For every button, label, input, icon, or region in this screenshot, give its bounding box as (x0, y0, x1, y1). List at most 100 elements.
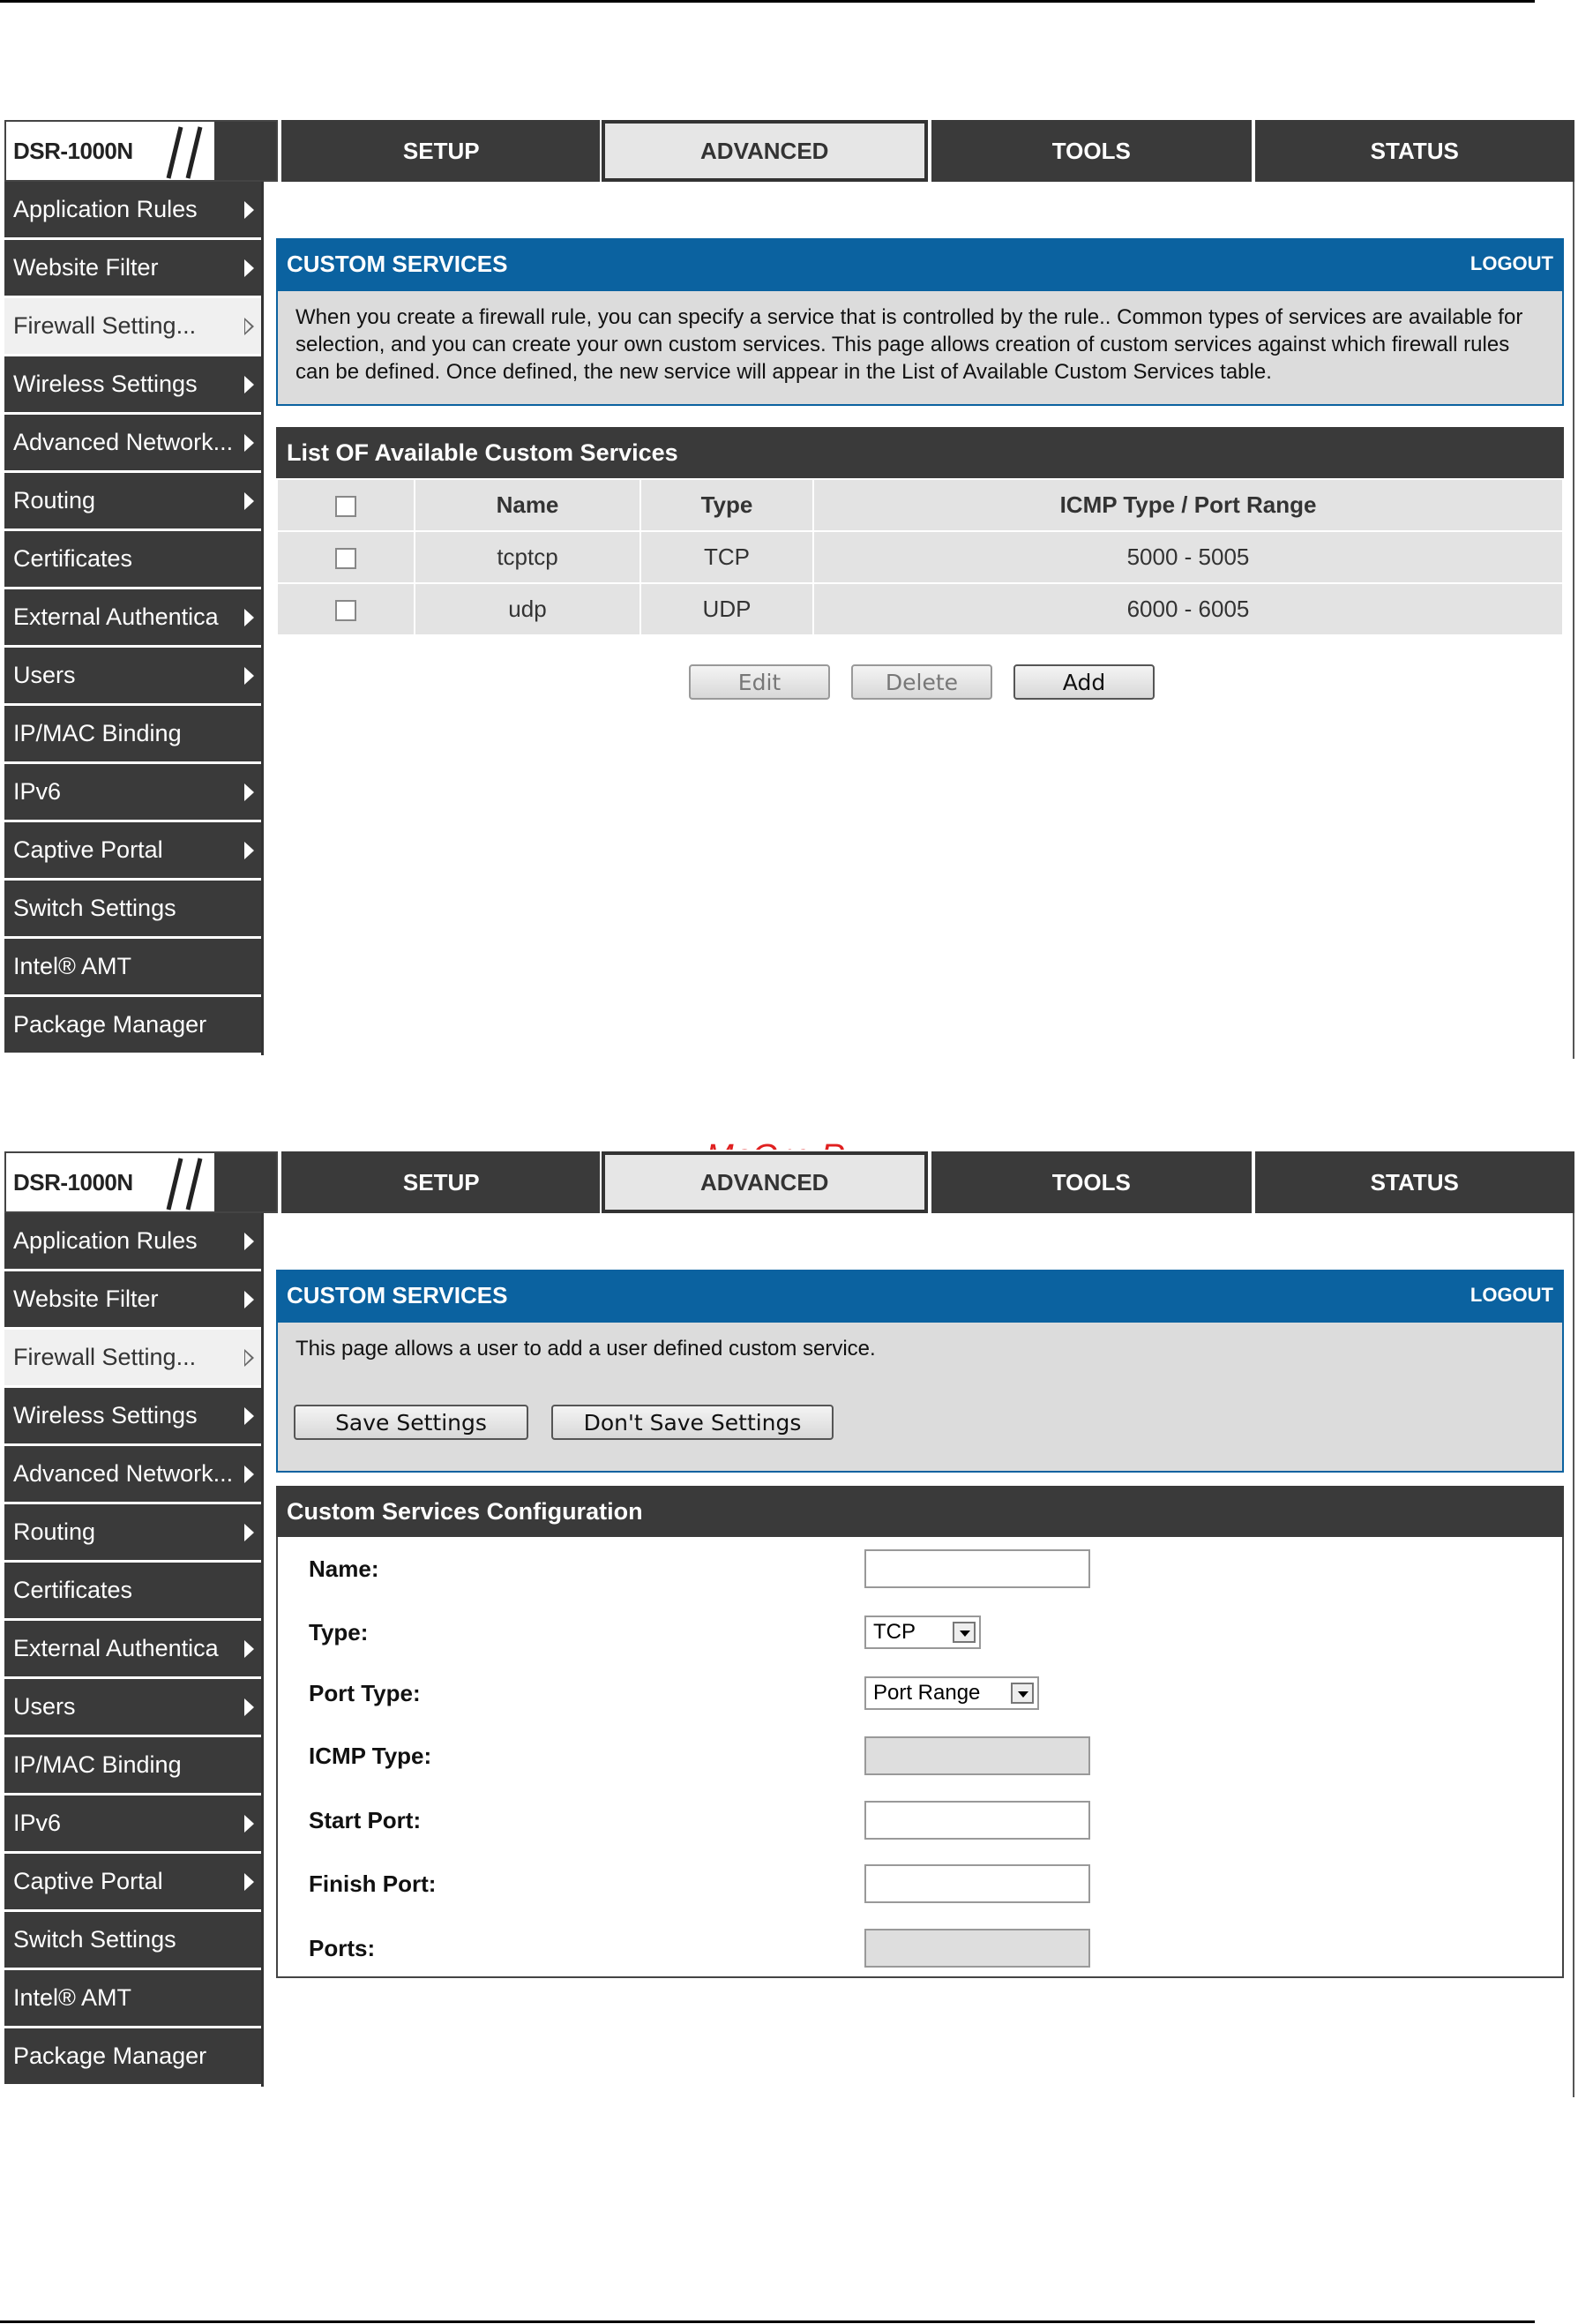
sidebar-item-ip-mac-binding[interactable]: IP/MAC Binding (4, 706, 261, 761)
panel-header: CUSTOM SERVICES LOGOUT (276, 1270, 1564, 1321)
sidebar-item-advanced-network[interactable]: Advanced Network... (4, 1446, 261, 1502)
logout-link[interactable]: LOGOUT (1470, 1284, 1553, 1307)
sidebar-item-external-authentication[interactable]: External Authentica (4, 1621, 261, 1676)
row-finish-port: Finish Port: (309, 1864, 1562, 1903)
sidebar: Application Rules Website Filter Firewal… (4, 182, 264, 1055)
sidebar-item-label: Application Rules (13, 196, 198, 222)
row-checkbox-cell (276, 582, 415, 636)
sidebar-item-label: Wireless Settings (13, 1402, 198, 1428)
port-type-label: Port Type: (309, 1679, 421, 1706)
sidebar-item-users[interactable]: Users (4, 1679, 261, 1735)
sidebar-item-package-manager[interactable]: Package Manager (4, 2028, 261, 2084)
sidebar-item-routing[interactable]: Routing (4, 1504, 261, 1560)
chevron-right-icon (244, 433, 254, 452)
page-title: CUSTOM SERVICES (287, 250, 508, 277)
config-header: Custom Services Configuration (276, 1486, 1564, 1537)
sidebar-item-website-filter[interactable]: Website Filter (4, 1271, 261, 1327)
sidebar-item-intel-amt[interactable]: Intel® AMT (4, 1970, 261, 2026)
sidebar-item-advanced-network[interactable]: Advanced Network... (4, 415, 261, 470)
sidebar-item-label: Intel® AMT (13, 1984, 131, 2011)
chevron-right-icon (244, 1814, 254, 1833)
sidebar-item-certificates[interactable]: Certificates (4, 531, 261, 587)
tab-setup[interactable]: SETUP (278, 120, 602, 182)
name-field[interactable] (864, 1549, 1090, 1588)
sidebar-item-ipv6[interactable]: IPv6 (4, 1795, 261, 1851)
row-name: Name: (309, 1549, 1562, 1588)
sidebar-item-intel-amt[interactable]: Intel® AMT (4, 939, 261, 994)
row-checkbox[interactable] (335, 600, 356, 622)
tab-status[interactable]: STATUS (1251, 120, 1574, 182)
sidebar-item-certificates[interactable]: Certificates (4, 1563, 261, 1618)
delete-button[interactable]: Delete (851, 664, 992, 700)
chevron-right-icon (244, 1348, 254, 1367)
start-port-field[interactable] (864, 1801, 1090, 1840)
sidebar-item-label: Firewall Setting... (13, 1344, 197, 1370)
chevron-right-icon (244, 259, 254, 277)
sidebar-item-label: Certificates (13, 545, 133, 572)
sidebar-item-ipv6[interactable]: IPv6 (4, 764, 261, 820)
sidebar-item-switch-settings[interactable]: Switch Settings (4, 881, 261, 936)
tab-advanced[interactable]: ADVANCED (599, 118, 930, 184)
chevron-right-icon (244, 1406, 254, 1425)
dont-save-settings-button[interactable]: Don't Save Settings (551, 1405, 834, 1440)
sidebar-item-label: IP/MAC Binding (13, 1751, 182, 1778)
ports-label: Ports: (309, 1934, 376, 1961)
type-select[interactable]: TCP (864, 1616, 981, 1649)
table-row[interactable]: tcptcp TCP 5000 - 5005 (276, 530, 1564, 584)
description-box: This page allows a user to add a user de… (276, 1321, 1564, 1473)
sidebar-item-users[interactable]: Users (4, 648, 261, 703)
top-nav: DSR-1000N SETUP ADVANCED TOOLS STATUS (4, 1150, 1574, 1215)
chevron-right-icon (244, 666, 254, 685)
select-all-checkbox[interactable] (335, 496, 356, 518)
sidebar-item-wireless-settings[interactable]: Wireless Settings (4, 356, 261, 412)
row-ports: Ports: (309, 1929, 1562, 1968)
tab-advanced[interactable]: ADVANCED (599, 1150, 930, 1215)
column-header-type: Type (639, 478, 814, 532)
cell-range: 6000 - 6005 (812, 582, 1564, 636)
row-checkbox[interactable] (335, 548, 356, 570)
port-type-select[interactable]: Port Range (864, 1676, 1039, 1710)
sidebar-item-firewall-settings[interactable]: Firewall Setting... (4, 298, 261, 354)
sidebar-item-application-rules[interactable]: Application Rules (4, 182, 261, 237)
sidebar-item-label: Package Manager (13, 2043, 207, 2069)
sidebar-item-package-manager[interactable]: Package Manager (4, 997, 261, 1053)
cell-type: UDP (639, 582, 814, 636)
sidebar-item-label: Routing (13, 487, 96, 514)
edit-button[interactable]: Edit (689, 664, 830, 700)
sidebar-item-ip-mac-binding[interactable]: IP/MAC Binding (4, 1737, 261, 1793)
chevron-right-icon (244, 1872, 254, 1891)
sidebar-item-website-filter[interactable]: Website Filter (4, 240, 261, 296)
table-row[interactable]: udp UDP 6000 - 6005 (276, 582, 1564, 636)
sidebar-item-external-authentication[interactable]: External Authentica (4, 589, 261, 645)
sidebar-item-routing[interactable]: Routing (4, 473, 261, 529)
row-type: Type: TCP (309, 1613, 1562, 1652)
sidebar-item-label: IP/MAC Binding (13, 720, 182, 746)
table-header-row: Name Type ICMP Type / Port Range (276, 478, 1564, 532)
sidebar-item-application-rules[interactable]: Application Rules (4, 1213, 261, 1269)
logo-slash-icon (166, 1158, 203, 1211)
sidebar-item-wireless-settings[interactable]: Wireless Settings (4, 1388, 261, 1443)
row-start-port: Start Port: (309, 1801, 1562, 1840)
sidebar-item-label: Certificates (13, 1577, 133, 1603)
device-logo: DSR-1000N (4, 120, 278, 182)
sidebar-item-label: Switch Settings (13, 895, 176, 921)
row-port-type: Port Type: Port Range (309, 1674, 1562, 1713)
logout-link[interactable]: LOGOUT (1470, 252, 1553, 275)
sidebar-item-switch-settings[interactable]: Switch Settings (4, 1912, 261, 1968)
dropdown-arrow-icon (953, 1622, 976, 1643)
sidebar-item-captive-portal[interactable]: Captive Portal (4, 1854, 261, 1909)
sidebar-item-label: Intel® AMT (13, 953, 131, 979)
chevron-right-icon (244, 1465, 254, 1483)
sidebar-item-label: Captive Portal (13, 836, 163, 863)
row-checkbox-cell (276, 530, 415, 584)
finish-port-field[interactable] (864, 1864, 1090, 1903)
tab-setup[interactable]: SETUP (278, 1151, 602, 1213)
tab-tools[interactable]: TOOLS (928, 120, 1252, 182)
sidebar-item-captive-portal[interactable]: Captive Portal (4, 822, 261, 878)
tab-status[interactable]: STATUS (1251, 1151, 1574, 1213)
sidebar-item-firewall-settings[interactable]: Firewall Setting... (4, 1330, 261, 1385)
tab-tools[interactable]: TOOLS (928, 1151, 1252, 1213)
add-button[interactable]: Add (1013, 664, 1155, 700)
chevron-right-icon (244, 1290, 254, 1308)
save-settings-button[interactable]: Save Settings (294, 1405, 528, 1440)
